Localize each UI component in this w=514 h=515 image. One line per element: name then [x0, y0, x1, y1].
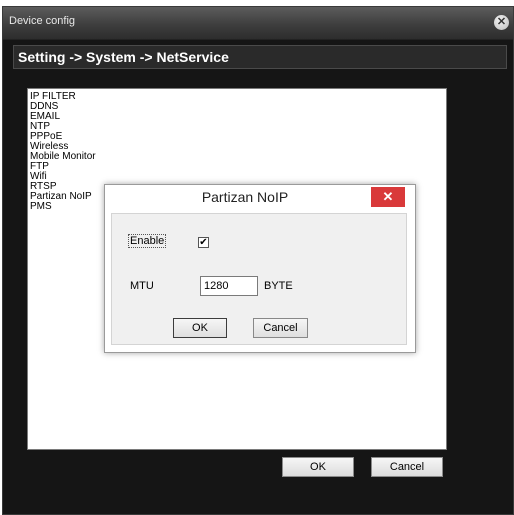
window-title: Device config	[9, 15, 76, 27]
dialog-title: Partizan NoIP	[201, 189, 289, 205]
close-icon: ✕	[496, 16, 507, 28]
list-item-pms[interactable]: PMS	[30, 202, 96, 212]
ok-button[interactable]: OK	[282, 457, 354, 477]
check-icon: ✔	[199, 237, 208, 248]
mtu-label: MTU	[130, 280, 154, 292]
partizan-noip-dialog: Partizan NoIP ✕ Enable ✔ MTU BYTE OK Can…	[104, 184, 416, 353]
dialog-close-button[interactable]: ✕	[371, 187, 405, 207]
window-close-button[interactable]: ✕	[494, 15, 509, 30]
enable-checkbox[interactable]: ✔	[198, 237, 209, 248]
dialog-content: Enable ✔ MTU BYTE OK Cancel	[111, 213, 407, 345]
cancel-button[interactable]: Cancel	[371, 457, 443, 477]
window-titlebar[interactable]: Device config ✕	[3, 7, 513, 40]
mtu-unit-label: BYTE	[264, 280, 293, 292]
netservice-list: IP FILTER DDNS EMAIL NTP PPPoE Wireless …	[30, 92, 96, 212]
close-icon: ✕	[382, 189, 394, 204]
enable-label[interactable]: Enable	[128, 234, 167, 248]
breadcrumb: Setting -> System -> NetService	[13, 45, 507, 69]
mtu-input[interactable]	[200, 276, 258, 296]
dialog-ok-button[interactable]: OK	[173, 318, 227, 338]
dialog-cancel-button[interactable]: Cancel	[253, 318, 308, 338]
